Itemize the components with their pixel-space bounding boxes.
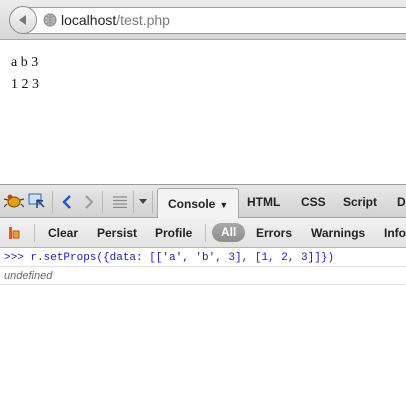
globe-icon (43, 13, 57, 27)
filter-warnings-button[interactable]: Warnings (311, 226, 365, 240)
profile-button[interactable]: Profile (155, 226, 192, 240)
console-output: >>> r.setProps({data: [['a', 'b', 3], [1… (0, 248, 406, 411)
tab-console-label: Console (168, 197, 216, 211)
tab-dom[interactable]: D (397, 195, 406, 209)
toolbar-divider (52, 191, 53, 213)
tab-console[interactable]: Console ▼ (157, 188, 240, 219)
firebug-icon[interactable] (4, 192, 24, 210)
console-command-line[interactable]: >>> r.setProps({data: [['a', 'b', 3], [1… (0, 249, 406, 267)
list-menu-icon[interactable] (113, 196, 127, 208)
toolbar-divider (102, 191, 103, 213)
page-content: a b 3 1 2 3 (11, 52, 39, 96)
console-result-line: undefined (0, 267, 406, 285)
chevron-down-icon: ▼ (219, 200, 229, 210)
back-arrow-icon (19, 15, 26, 25)
tab-html[interactable]: HTML (247, 195, 280, 209)
toolbar-divider (205, 224, 206, 242)
filter-errors-button[interactable]: Errors (256, 226, 292, 240)
back-chevron-icon[interactable] (62, 195, 72, 209)
clear-console-icon[interactable] (8, 226, 22, 240)
persist-button[interactable]: Persist (97, 226, 137, 240)
toolbar-divider (133, 191, 134, 213)
browser-toolbar: localhost/test.php (0, 0, 406, 40)
content-row-2: 1 2 3 (11, 77, 39, 92)
forward-chevron-icon[interactable] (84, 195, 94, 209)
inspect-icon[interactable] (28, 192, 46, 210)
clear-button[interactable]: Clear (48, 226, 78, 240)
filter-info-button[interactable]: Info (384, 226, 406, 240)
filter-all-button[interactable]: All (212, 223, 246, 242)
tab-script[interactable]: Script (343, 195, 377, 209)
console-toolbar: Clear Persist Profile All Errors Warning… (0, 218, 406, 248)
tab-css[interactable]: CSS (301, 195, 326, 209)
toolbar-divider (34, 224, 35, 242)
back-button[interactable] (9, 6, 37, 34)
url-host: localhost (61, 12, 117, 28)
dropdown-arrow-icon[interactable] (139, 199, 147, 205)
toolbar-divider (152, 191, 153, 213)
url-text[interactable]: localhost/test.php (61, 12, 170, 28)
url-path: /test.php (116, 12, 170, 28)
firebug-toolbar: Console ▼ HTML CSS Script D (0, 184, 406, 219)
content-row-1: a b 3 (11, 55, 39, 70)
